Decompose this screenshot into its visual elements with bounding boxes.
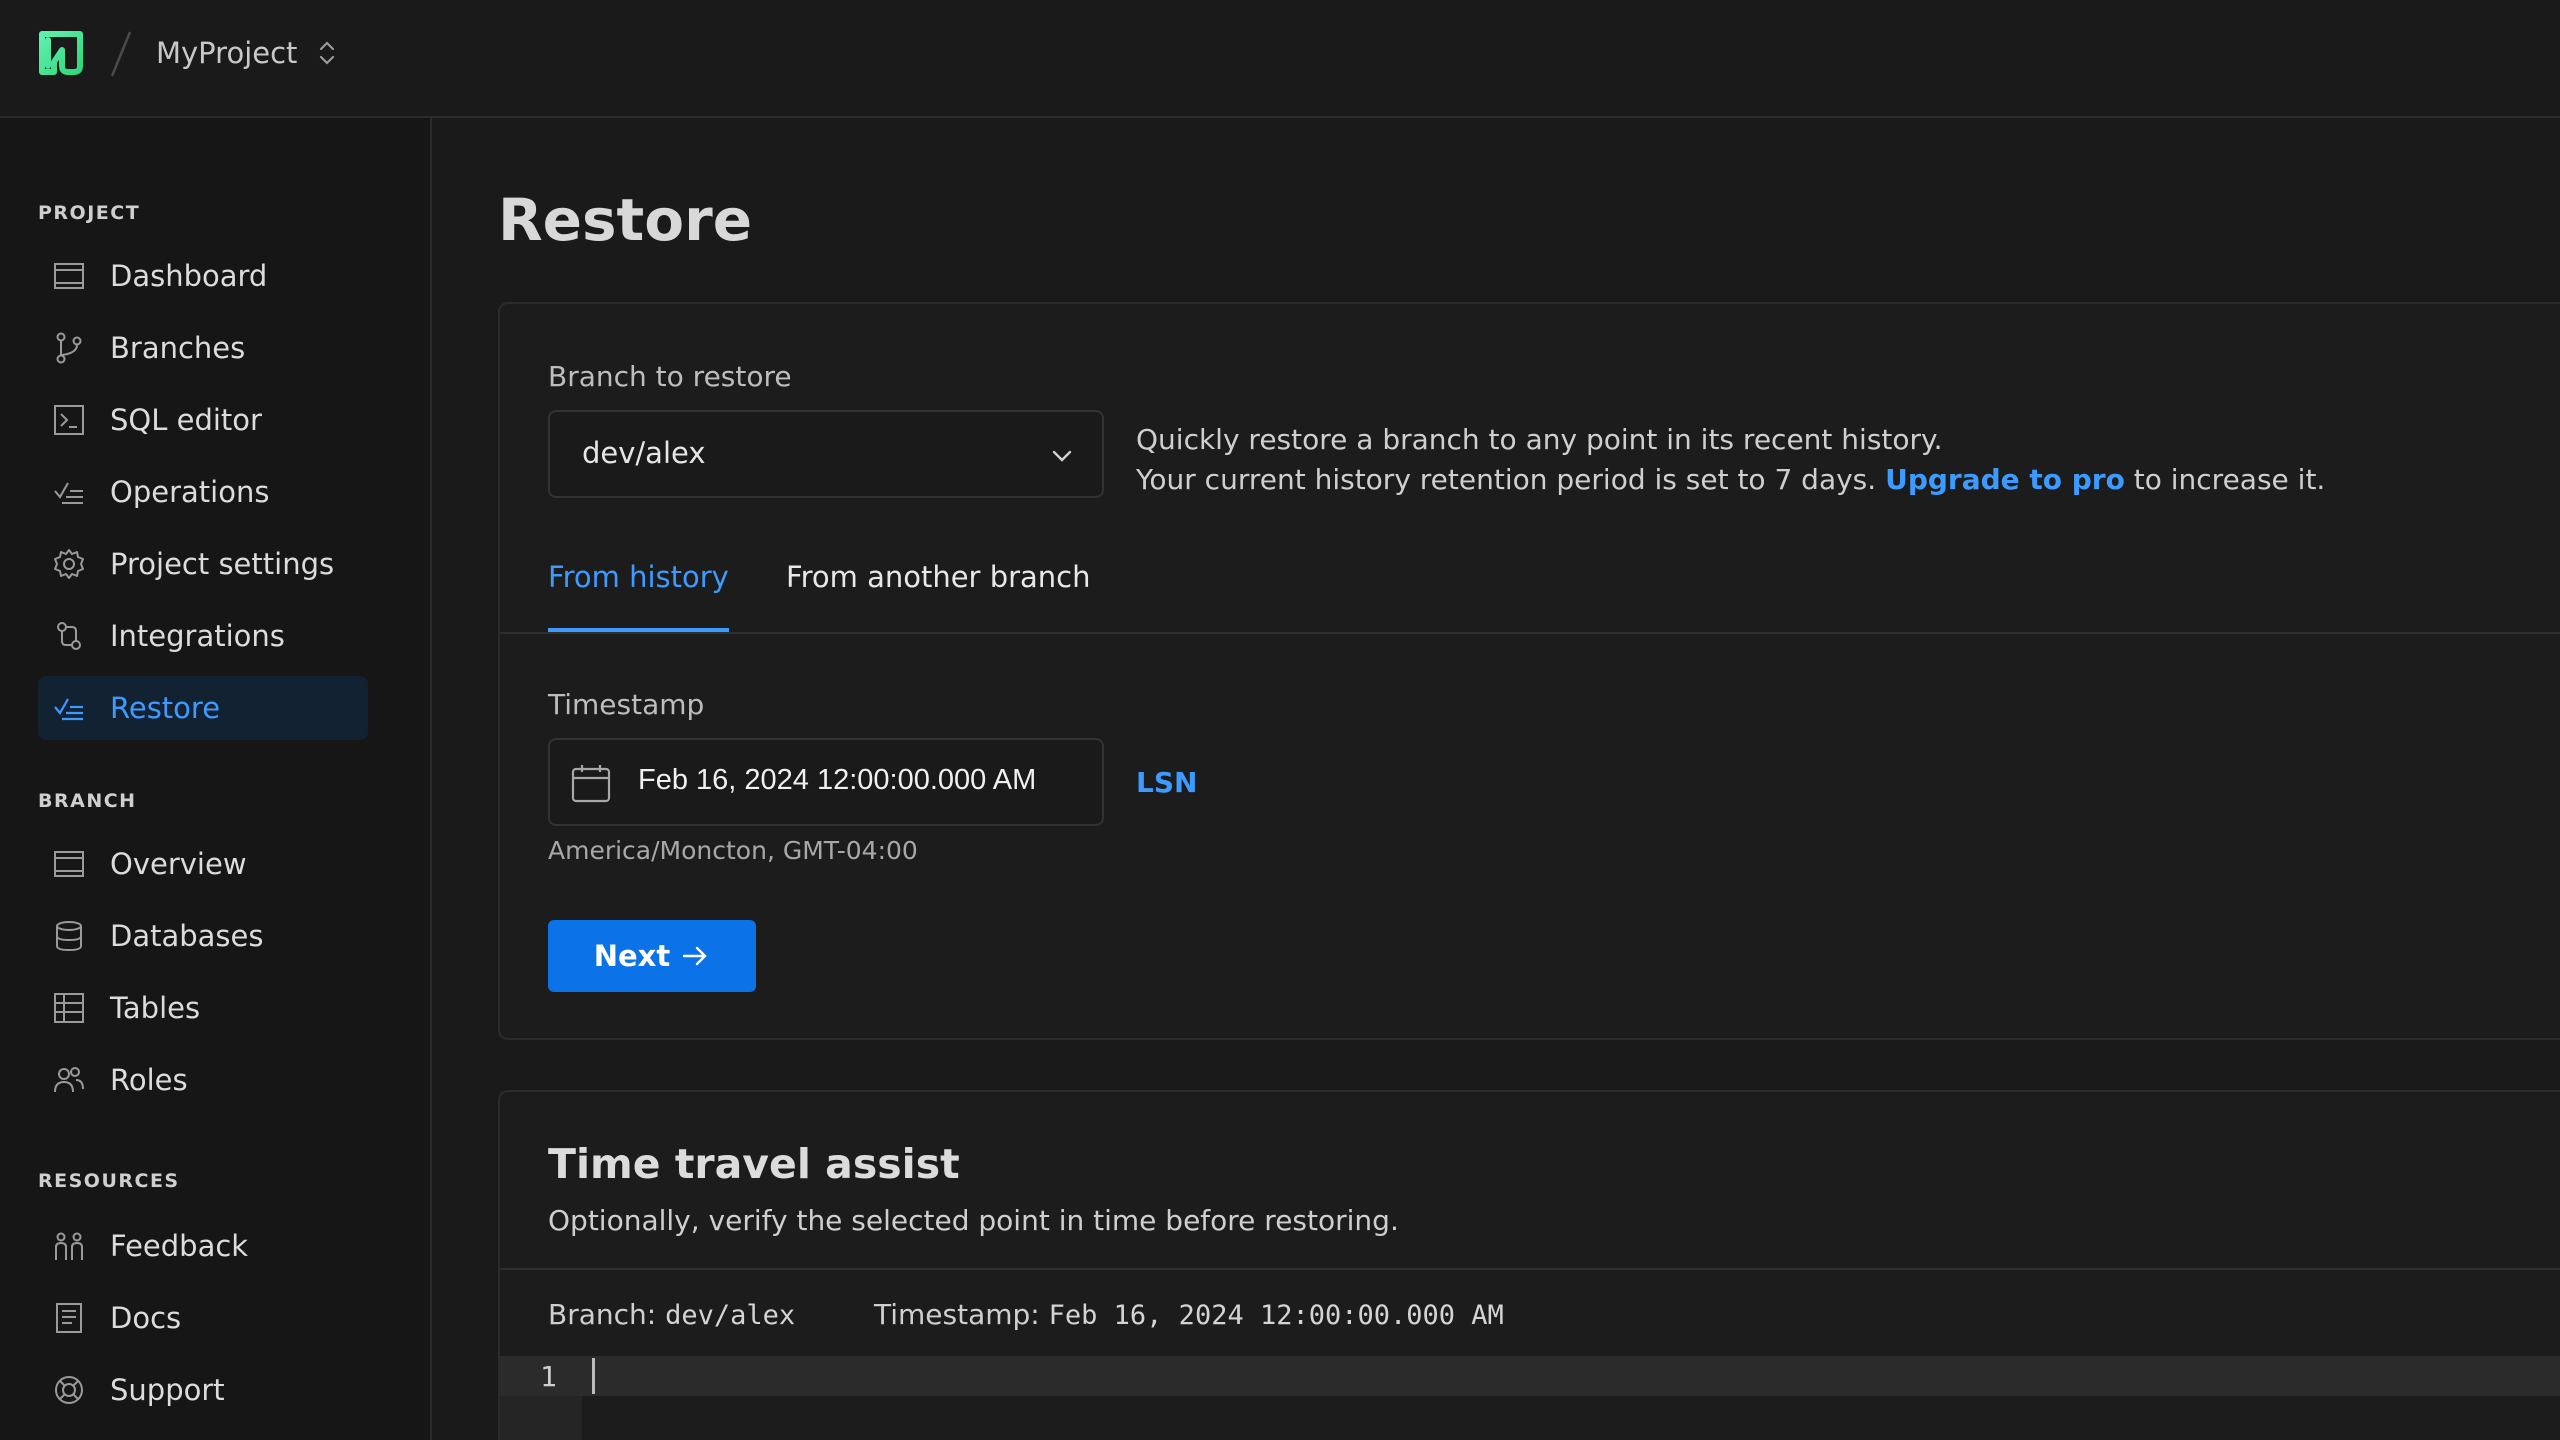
description-line-1: Quickly restore a branch to any point in… <box>1136 423 1943 456</box>
timezone-text: America/Moncton, GMT-04:00 <box>548 836 918 865</box>
calendar-icon <box>571 765 611 803</box>
tab-from-history[interactable]: From history <box>548 560 729 632</box>
branch-meta-key: Branch: <box>548 1298 657 1331</box>
sidebar-item-label: Project settings <box>110 547 335 581</box>
sidebar-item-integrations[interactable]: Integrations <box>38 604 368 668</box>
timestamp-value: Feb 16, 2024 12:00:00.000 AM <box>638 764 1037 796</box>
sql-editor[interactable]: 1 <box>500 1356 2560 1440</box>
restore-card: Branch to restore dev/alex Quickly resto… <box>498 302 2560 1040</box>
sidebar-item-docs[interactable]: Docs <box>38 1286 368 1350</box>
sidebar-item-sql-editor[interactable]: SQL editor <box>38 388 368 452</box>
section-title-project: PROJECT <box>38 202 141 224</box>
integrations-icon <box>52 619 86 653</box>
sidebar-item-project-settings[interactable]: Project settings <box>38 532 368 596</box>
page-title: Restore <box>498 186 753 254</box>
tab-from-another-branch[interactable]: From another branch <box>786 560 1091 632</box>
sidebar-item-overview[interactable]: Overview <box>38 832 368 896</box>
retention-text: Your current history retention period is… <box>1136 463 1877 496</box>
upgrade-to-pro-link[interactable]: Upgrade to pro <box>1885 463 2125 496</box>
text-cursor <box>592 1358 595 1394</box>
sidebar-item-label: Roles <box>110 1063 188 1097</box>
table-icon <box>52 991 86 1025</box>
branch-icon <box>52 331 86 365</box>
timestamp-input[interactable]: Feb 16, 2024 12:00:00.000 AM <box>548 738 1104 826</box>
sidebar-item-roles[interactable]: Roles <box>38 1048 368 1112</box>
timestamp-meta-key: Timestamp: <box>874 1298 1040 1331</box>
sidebar-item-feedback[interactable]: Feedback <box>38 1214 368 1278</box>
line-number: 1 <box>540 1360 557 1393</box>
divider <box>500 1268 2560 1270</box>
branch-meta: Branch: dev/alex <box>548 1298 795 1331</box>
branch-to-restore-label: Branch to restore <box>548 360 792 393</box>
sidebar-item-label: Dashboard <box>110 259 268 293</box>
sidebar-item-label: SQL editor <box>110 403 262 437</box>
sidebar-item-dashboard[interactable]: Dashboard <box>38 244 368 308</box>
sidebar-item-label: Overview <box>110 847 247 881</box>
overview-icon <box>52 847 86 881</box>
sidebar-item-support[interactable]: Support <box>38 1358 368 1422</box>
support-icon <box>52 1373 86 1407</box>
sidebar-item-label: Databases <box>110 919 264 953</box>
sidebar-item-databases[interactable]: Databases <box>38 904 368 968</box>
database-icon <box>52 919 86 953</box>
restore-tabs: From history From another branch <box>500 554 2560 634</box>
sidebar-item-label: Docs <box>110 1301 182 1335</box>
sidebar-item-operations[interactable]: Operations <box>38 460 368 524</box>
feedback-icon <box>52 1229 86 1263</box>
sidebar-item-label: Tables <box>110 991 201 1025</box>
section-title-branch: BRANCH <box>38 790 137 812</box>
gear-icon <box>52 547 86 581</box>
sidebar-item-tables[interactable]: Tables <box>38 976 368 1040</box>
branch-select-value: dev/alex <box>582 436 706 470</box>
sidebar-item-label: Support <box>110 1373 225 1407</box>
chevron-down-icon <box>1052 450 1072 462</box>
section-title-resources: RESOURCES <box>38 1170 180 1192</box>
timestamp-meta: Timestamp: Feb 16, 2024 12:00:00.000 AM <box>874 1298 1504 1331</box>
next-button-label: Next <box>593 939 671 973</box>
top-bar: MyProject <box>0 0 2560 118</box>
sidebar-item-label: Operations <box>110 475 270 509</box>
restore-icon <box>52 691 86 725</box>
arrow-right-icon <box>683 946 707 966</box>
roles-icon <box>52 1063 86 1097</box>
next-button[interactable]: Next <box>548 920 756 992</box>
editor-active-line <box>500 1356 2560 1396</box>
project-switcher-chevron-icon[interactable] <box>316 37 338 69</box>
sql-editor-icon <box>52 403 86 437</box>
time-travel-subtitle: Optionally, verify the selected point in… <box>548 1204 1399 1237</box>
sidebar-item-restore[interactable]: Restore <box>38 676 368 740</box>
increase-text: to increase it. <box>2133 463 2326 496</box>
restore-description: Quickly restore a branch to any point in… <box>1136 420 2325 500</box>
sidebar-item-label: Feedback <box>110 1229 249 1263</box>
sidebar-item-label: Branches <box>110 331 246 365</box>
sidebar: PROJECT Dashboard Branches SQL editor Op… <box>0 118 432 1440</box>
branch-select[interactable]: dev/alex <box>548 410 1104 498</box>
sidebar-item-label: Integrations <box>110 619 285 653</box>
timestamp-meta-value: Feb 16, 2024 12:00:00.000 AM <box>1048 1300 1504 1331</box>
lsn-link[interactable]: LSN <box>1136 766 1197 799</box>
sidebar-item-label: Restore <box>110 691 221 725</box>
docs-icon <box>52 1301 86 1335</box>
branch-meta-value: dev/alex <box>665 1300 796 1331</box>
time-travel-assist-card: Time travel assist Optionally, verify th… <box>498 1090 2560 1440</box>
operations-icon <box>52 475 86 509</box>
sidebar-item-branches[interactable]: Branches <box>38 316 368 380</box>
project-name[interactable]: MyProject <box>156 33 297 73</box>
timestamp-label: Timestamp <box>548 688 705 721</box>
dashboard-icon <box>52 259 86 293</box>
description-line-2: Your current history retention period is… <box>1136 460 2325 500</box>
time-travel-title: Time travel assist <box>548 1140 960 1188</box>
app-logo-icon[interactable] <box>36 28 86 78</box>
breadcrumb-separator-icon <box>110 31 132 77</box>
